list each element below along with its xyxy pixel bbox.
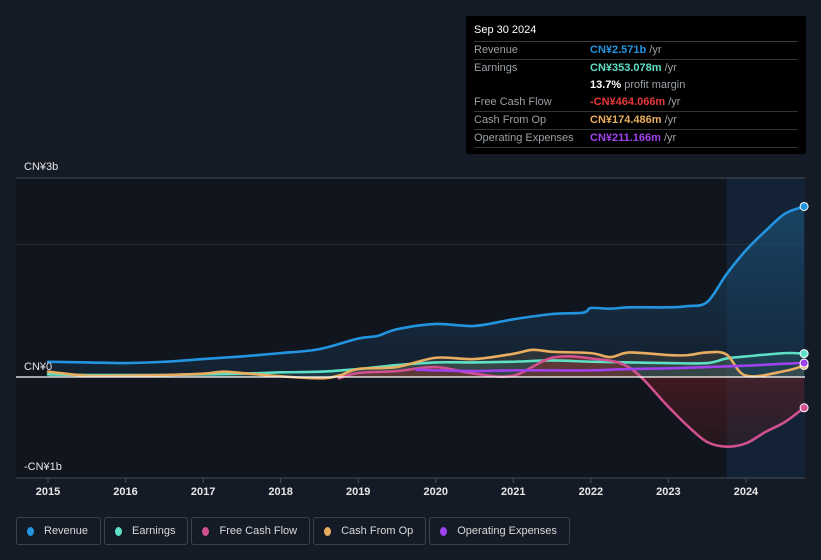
tooltip-row: Operating Expenses CN¥211.166m/yr [474, 130, 798, 148]
legend-label: Operating Expenses [457, 525, 557, 537]
x-tick-label-2019: 2019 [346, 486, 370, 498]
earnings-end-marker [799, 349, 809, 359]
legend-item-earnings[interactable]: Earnings [104, 517, 189, 545]
x-tick-label-2023: 2023 [656, 486, 680, 498]
tooltip-date: Sep 30 2024 [474, 22, 798, 42]
x-tick-label-2022: 2022 [579, 486, 603, 498]
legend-dot-icon [27, 526, 34, 536]
tooltip-row: Cash From Op CN¥174.486m/yr [474, 112, 798, 130]
tooltip-row: 13.7% profit margin [474, 77, 798, 94]
legend-label: Earnings [132, 525, 176, 537]
y-tick-label-0: CN¥0 [24, 361, 52, 373]
tooltip-row: Revenue CN¥2.571b/yr [474, 42, 798, 60]
x-tick-label-2021: 2021 [501, 486, 525, 498]
legend-dot-icon [202, 526, 210, 536]
tooltip-row-value: CN¥211.166m [590, 132, 661, 144]
legend-item-cash-from-op[interactable]: Cash From Op [313, 517, 427, 545]
revenue-end-marker [799, 201, 809, 211]
chart-legend: Revenue Earnings Free Cash Flow Cash From O… [16, 517, 570, 545]
tooltip-row-label: Free Cash Flow [474, 96, 552, 108]
legend-label: Free Cash Flow [219, 525, 298, 537]
legend-dot-icon [115, 526, 123, 536]
tooltip-row-label: Cash From Op [474, 114, 547, 126]
legend-label: Revenue [44, 525, 89, 537]
tooltip-row-label: Earnings [474, 62, 518, 74]
tooltip-row-suffix: /yr [664, 62, 677, 74]
legend-item-free-cash-flow[interactable]: Free Cash Flow [191, 517, 311, 545]
tooltip-row-value: CN¥353.078m [590, 62, 662, 74]
y-tick-label-3b: CN¥3b [24, 161, 58, 173]
x-tick-label-2024: 2024 [734, 486, 759, 498]
tooltip-row-suffix: /yr [664, 114, 677, 126]
tooltip-row-suffix: /yr [668, 96, 681, 108]
tooltip-row-value: -CN¥464.066m [590, 96, 666, 108]
x-tick-label-2020: 2020 [424, 486, 448, 498]
tooltip-row: Free Cash Flow -CN¥464.066m/yr [474, 94, 798, 112]
tooltip-row-value: CN¥2.571b [590, 44, 647, 56]
x-tick-label-2017: 2017 [191, 486, 215, 498]
free-cash-flow-end-marker [799, 403, 809, 413]
legend-item-operating-expenses[interactable]: Operating Expenses [429, 517, 570, 545]
tooltip-row-label: Operating Expenses [474, 132, 574, 144]
x-tick-label-2015: 2015 [36, 486, 60, 498]
operating-expenses-end-marker [799, 358, 809, 368]
legend-dot-icon [324, 526, 332, 536]
tooltip-row-label [474, 77, 590, 94]
x-tick-label-2018: 2018 [268, 486, 292, 498]
tooltip-row-suffix: /yr [663, 132, 677, 144]
tooltip-panel: Sep 30 2024 Revenue CN¥2.571b/yr Earnings C… [466, 16, 806, 154]
tooltip-row-value: 13.7% [590, 79, 622, 91]
legend-label: Cash From Op [341, 525, 414, 537]
tooltip-row-label: Revenue [474, 44, 519, 56]
tooltip-row-value: CN¥174.486m [590, 114, 662, 126]
tooltip-row-suffix: profit margin [624, 79, 686, 91]
x-tick-label-2016: 2016 [113, 486, 137, 498]
legend-dot-icon [440, 526, 448, 536]
y-tick-label-neg1b: -CN¥1b [24, 461, 62, 473]
tooltip-row: Earnings CN¥353.078m/yr [474, 60, 798, 77]
tooltip-row-suffix: /yr [649, 44, 662, 56]
legend-item-revenue[interactable]: Revenue [16, 517, 102, 545]
